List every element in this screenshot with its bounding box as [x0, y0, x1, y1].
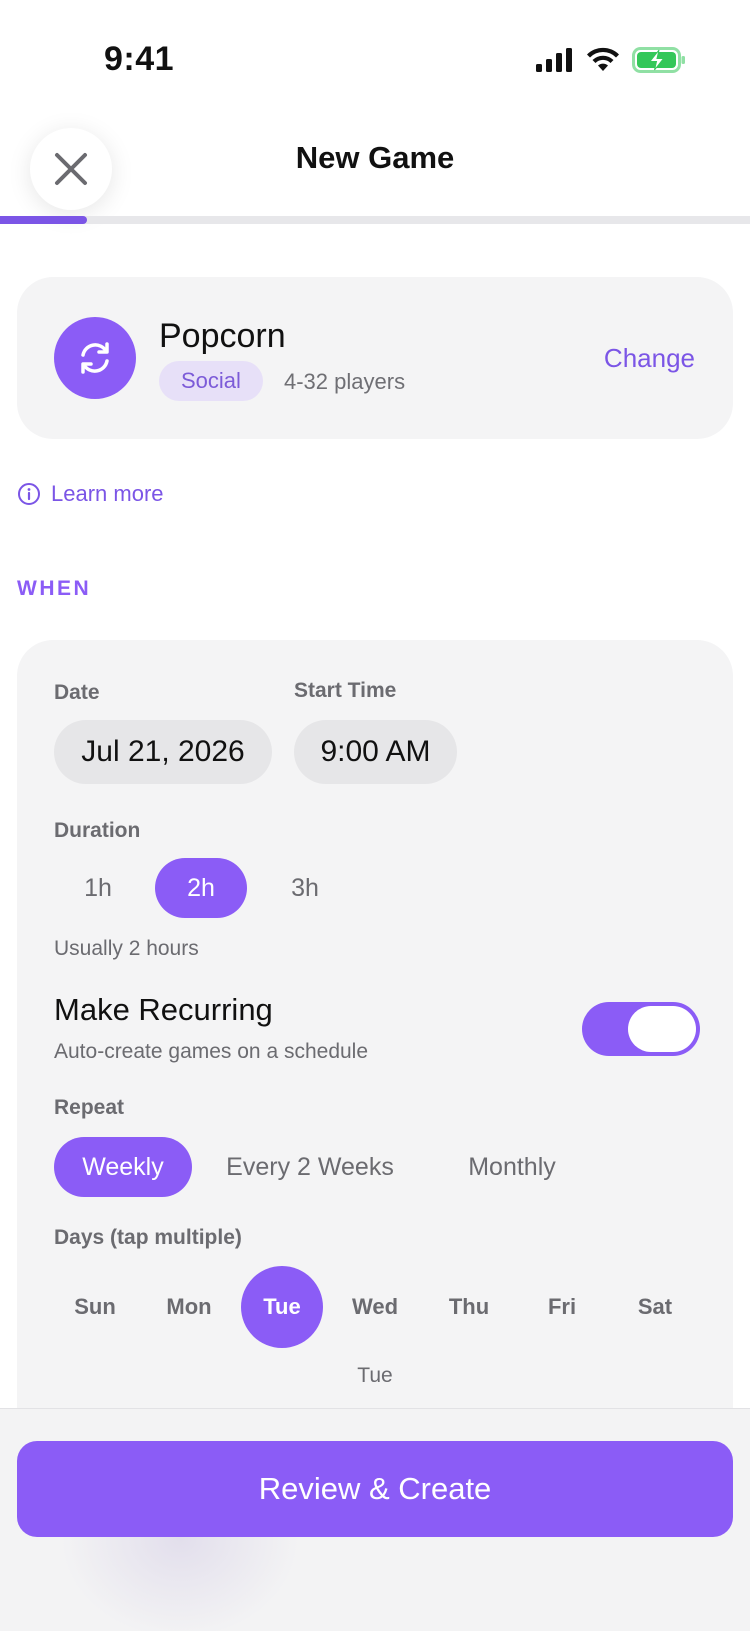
progress-bar [0, 216, 750, 224]
day-tue[interactable]: Tue [241, 1266, 323, 1348]
duration-option-3h[interactable]: 3h [260, 858, 350, 918]
start-time-picker[interactable]: 9:00 AM [294, 720, 457, 784]
game-players: 4-32 players [284, 369, 406, 394]
recurring-toggle[interactable] [582, 1002, 700, 1056]
date-picker[interactable]: Jul 21, 2026 [54, 720, 272, 784]
learn-more-link[interactable]: Learn more [17, 481, 164, 507]
review-create-button[interactable]: Review & Create [17, 1441, 733, 1537]
game-card: Popcorn Social 4-32 players Change [17, 277, 733, 439]
duration-label: Duration [54, 819, 141, 842]
progress-fill [0, 216, 87, 224]
recurring-subtitle: Auto-create games on a schedule [54, 1040, 369, 1063]
info-icon [18, 483, 40, 505]
cellular-signal-icon [536, 48, 572, 72]
start-time-label: Start Time [294, 679, 397, 702]
day-sat[interactable]: Sat [614, 1266, 696, 1348]
game-name: Popcorn [159, 317, 286, 355]
repeat-option-every-2-weeks[interactable]: Every 2 Weeks [212, 1137, 408, 1197]
change-game-button[interactable]: Change [604, 343, 695, 374]
game-avatar [54, 317, 136, 399]
duration-option-2h[interactable]: 2h [155, 858, 247, 918]
game-category-badge: Social [159, 361, 263, 401]
learn-more-label: Learn more [51, 481, 164, 506]
status-time: 9:41 [104, 40, 175, 78]
status-icons [536, 44, 686, 76]
toggle-knob [628, 1006, 696, 1052]
repeat-label: Repeat [54, 1096, 125, 1119]
duration-hint: Usually 2 hours [54, 937, 199, 960]
battery-charging-icon [632, 47, 685, 73]
refresh-icon [81, 342, 109, 374]
day-fri[interactable]: Fri [521, 1266, 603, 1348]
repeat-option-weekly[interactable]: Weekly [54, 1137, 192, 1197]
days-label: Days (tap multiple) [54, 1226, 242, 1249]
repeat-option-monthly[interactable]: Monthly [442, 1137, 582, 1197]
section-label-when: WHEN [17, 577, 92, 600]
day-mon[interactable]: Mon [148, 1266, 230, 1348]
header: New Game [0, 110, 750, 215]
duration-option-1h[interactable]: 1h [54, 858, 142, 918]
day-wed[interactable]: Wed [334, 1266, 416, 1348]
date-label: Date [54, 681, 100, 704]
status-bar: 9:41 [0, 0, 750, 110]
page-title: New Game [295, 140, 455, 175]
recurring-title: Make Recurring [54, 992, 273, 1027]
bottom-action-bar: Review & Create [0, 1408, 750, 1631]
wifi-icon [587, 47, 619, 71]
day-thu[interactable]: Thu [428, 1266, 510, 1348]
day-sun[interactable]: Sun [54, 1266, 136, 1348]
selected-days-summary: Tue [357, 1364, 393, 1387]
